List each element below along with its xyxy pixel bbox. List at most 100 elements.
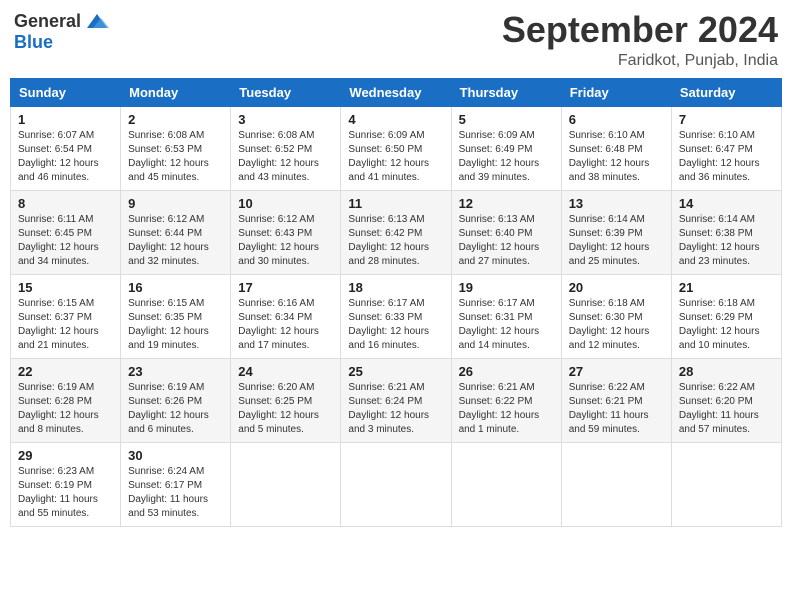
day-number: 14 (679, 196, 774, 211)
calendar-cell (451, 442, 561, 526)
calendar-cell: 15 Sunrise: 6:15 AMSunset: 6:37 PMDayligh… (11, 274, 121, 358)
day-info: Sunrise: 6:13 AMSunset: 6:42 PMDaylight:… (348, 213, 443, 269)
day-info: Sunrise: 6:08 AMSunset: 6:53 PMDaylight:… (128, 129, 223, 185)
day-info: Sunrise: 6:19 AMSunset: 6:28 PMDaylight:… (18, 381, 113, 437)
day-number: 27 (569, 364, 664, 379)
day-info: Sunrise: 6:10 AMSunset: 6:47 PMDaylight:… (679, 129, 774, 185)
calendar-week-row: 1Sunrise: 6:07 AMSunset: 6:54 PMDaylight… (11, 106, 782, 190)
day-info: Sunrise: 6:24 AMSunset: 6:17 PMDaylight:… (128, 465, 223, 521)
day-number: 20 (569, 280, 664, 295)
day-number: 22 (18, 364, 113, 379)
day-number: 17 (238, 280, 333, 295)
calendar-cell: 18 Sunrise: 6:17 AMSunset: 6:33 PMDayligh… (341, 274, 451, 358)
calendar-cell: 10 Sunrise: 6:12 AMSunset: 6:43 PMDayligh… (231, 190, 341, 274)
calendar-cell: 30 Sunrise: 6:24 AMSunset: 6:17 PMDayligh… (121, 442, 231, 526)
day-number: 10 (238, 196, 333, 211)
calendar-cell: 2 Sunrise: 6:08 AMSunset: 6:53 PMDaylight… (121, 106, 231, 190)
day-number: 12 (459, 196, 554, 211)
calendar-cell: 8Sunrise: 6:11 AMSunset: 6:45 PMDaylight… (11, 190, 121, 274)
calendar-cell: 19 Sunrise: 6:17 AMSunset: 6:31 PMDayligh… (451, 274, 561, 358)
calendar-cell: 1Sunrise: 6:07 AMSunset: 6:54 PMDaylight… (11, 106, 121, 190)
calendar-day-header: Saturday (671, 78, 781, 106)
calendar-cell (231, 442, 341, 526)
day-number: 13 (569, 196, 664, 211)
calendar-cell: 17 Sunrise: 6:16 AMSunset: 6:34 PMDayligh… (231, 274, 341, 358)
day-info: Sunrise: 6:18 AMSunset: 6:30 PMDaylight:… (569, 297, 664, 353)
calendar-cell (341, 442, 451, 526)
day-info: Sunrise: 6:08 AMSunset: 6:52 PMDaylight:… (238, 129, 333, 185)
calendar-cell: 6Sunrise: 6:10 AMSunset: 6:48 PMDaylight… (561, 106, 671, 190)
calendar-header-row: SundayMondayTuesdayWednesdayThursdayFrid… (11, 78, 782, 106)
day-info: Sunrise: 6:17 AMSunset: 6:33 PMDaylight:… (348, 297, 443, 353)
calendar-day-header: Sunday (11, 78, 121, 106)
day-number: 24 (238, 364, 333, 379)
calendar-cell: 7 Sunrise: 6:10 AMSunset: 6:47 PMDaylight… (671, 106, 781, 190)
calendar-cell: 27 Sunrise: 6:22 AMSunset: 6:21 PMDayligh… (561, 358, 671, 442)
day-number: 1 (18, 112, 113, 127)
calendar-day-header: Friday (561, 78, 671, 106)
calendar-day-header: Wednesday (341, 78, 451, 106)
calendar-day-header: Monday (121, 78, 231, 106)
calendar-cell: 13 Sunrise: 6:14 AMSunset: 6:39 PMDayligh… (561, 190, 671, 274)
day-info: Sunrise: 6:10 AMSunset: 6:48 PMDaylight:… (569, 129, 664, 185)
day-info: Sunrise: 6:20 AMSunset: 6:25 PMDaylight:… (238, 381, 333, 437)
day-number: 30 (128, 448, 223, 463)
day-number: 16 (128, 280, 223, 295)
day-info: Sunrise: 6:12 AMSunset: 6:43 PMDaylight:… (238, 213, 333, 269)
day-info: Sunrise: 6:23 AMSunset: 6:19 PMDaylight:… (18, 465, 113, 521)
day-number: 25 (348, 364, 443, 379)
day-number: 18 (348, 280, 443, 295)
calendar-week-row: 29 Sunrise: 6:23 AMSunset: 6:19 PMDayligh… (11, 442, 782, 526)
day-info: Sunrise: 6:15 AMSunset: 6:37 PMDaylight:… (18, 297, 113, 353)
calendar-cell: 5 Sunrise: 6:09 AMSunset: 6:49 PMDaylight… (451, 106, 561, 190)
day-info: Sunrise: 6:09 AMSunset: 6:49 PMDaylight:… (459, 129, 554, 185)
calendar-cell: 14 Sunrise: 6:14 AMSunset: 6:38 PMDayligh… (671, 190, 781, 274)
day-info: Sunrise: 6:12 AMSunset: 6:44 PMDaylight:… (128, 213, 223, 269)
calendar-cell: 21 Sunrise: 6:18 AMSunset: 6:29 PMDayligh… (671, 274, 781, 358)
day-number: 4 (348, 112, 443, 127)
day-number: 29 (18, 448, 113, 463)
calendar-cell: 3 Sunrise: 6:08 AMSunset: 6:52 PMDaylight… (231, 106, 341, 190)
day-info: Sunrise: 6:18 AMSunset: 6:29 PMDaylight:… (679, 297, 774, 353)
calendar-cell: 16 Sunrise: 6:15 AMSunset: 6:35 PMDayligh… (121, 274, 231, 358)
logo: General Blue (14, 10, 111, 53)
day-number: 2 (128, 112, 223, 127)
calendar-cell: 25 Sunrise: 6:21 AMSunset: 6:24 PMDayligh… (341, 358, 451, 442)
day-info: Sunrise: 6:13 AMSunset: 6:40 PMDaylight:… (459, 213, 554, 269)
day-info: Sunrise: 6:14 AMSunset: 6:38 PMDaylight:… (679, 213, 774, 269)
day-number: 15 (18, 280, 113, 295)
day-info: Sunrise: 6:16 AMSunset: 6:34 PMDaylight:… (238, 297, 333, 353)
day-number: 7 (679, 112, 774, 127)
day-info: Sunrise: 6:09 AMSunset: 6:50 PMDaylight:… (348, 129, 443, 185)
logo-blue-text: Blue (14, 32, 53, 53)
day-number: 21 (679, 280, 774, 295)
calendar-cell: 24 Sunrise: 6:20 AMSunset: 6:25 PMDayligh… (231, 358, 341, 442)
calendar-cell: 20 Sunrise: 6:18 AMSunset: 6:30 PMDayligh… (561, 274, 671, 358)
day-info: Sunrise: 6:22 AMSunset: 6:20 PMDaylight:… (679, 381, 774, 437)
day-info: Sunrise: 6:17 AMSunset: 6:31 PMDaylight:… (459, 297, 554, 353)
day-number: 3 (238, 112, 333, 127)
day-info: Sunrise: 6:14 AMSunset: 6:39 PMDaylight:… (569, 213, 664, 269)
day-info: Sunrise: 6:22 AMSunset: 6:21 PMDaylight:… (569, 381, 664, 437)
day-info: Sunrise: 6:15 AMSunset: 6:35 PMDaylight:… (128, 297, 223, 353)
day-info: Sunrise: 6:21 AMSunset: 6:24 PMDaylight:… (348, 381, 443, 437)
day-number: 5 (459, 112, 554, 127)
calendar-cell (671, 442, 781, 526)
day-number: 8 (18, 196, 113, 211)
title-block: September 2024 Faridkot, Punjab, India (502, 10, 778, 70)
calendar-week-row: 8Sunrise: 6:11 AMSunset: 6:45 PMDaylight… (11, 190, 782, 274)
calendar-cell: 12 Sunrise: 6:13 AMSunset: 6:40 PMDayligh… (451, 190, 561, 274)
day-number: 11 (348, 196, 443, 211)
calendar-week-row: 22 Sunrise: 6:19 AMSunset: 6:28 PMDayligh… (11, 358, 782, 442)
page-header: General Blue September 2024 Faridkot, Pu… (10, 10, 782, 70)
calendar-cell: 4 Sunrise: 6:09 AMSunset: 6:50 PMDaylight… (341, 106, 451, 190)
calendar-cell: 9Sunrise: 6:12 AMSunset: 6:44 PMDaylight… (121, 190, 231, 274)
calendar-cell: 11 Sunrise: 6:13 AMSunset: 6:42 PMDayligh… (341, 190, 451, 274)
day-number: 23 (128, 364, 223, 379)
day-number: 19 (459, 280, 554, 295)
calendar-cell: 29 Sunrise: 6:23 AMSunset: 6:19 PMDayligh… (11, 442, 121, 526)
day-info: Sunrise: 6:19 AMSunset: 6:26 PMDaylight:… (128, 381, 223, 437)
logo-general-text: General (14, 11, 81, 32)
calendar-cell (561, 442, 671, 526)
day-info: Sunrise: 6:21 AMSunset: 6:22 PMDaylight:… (459, 381, 554, 437)
